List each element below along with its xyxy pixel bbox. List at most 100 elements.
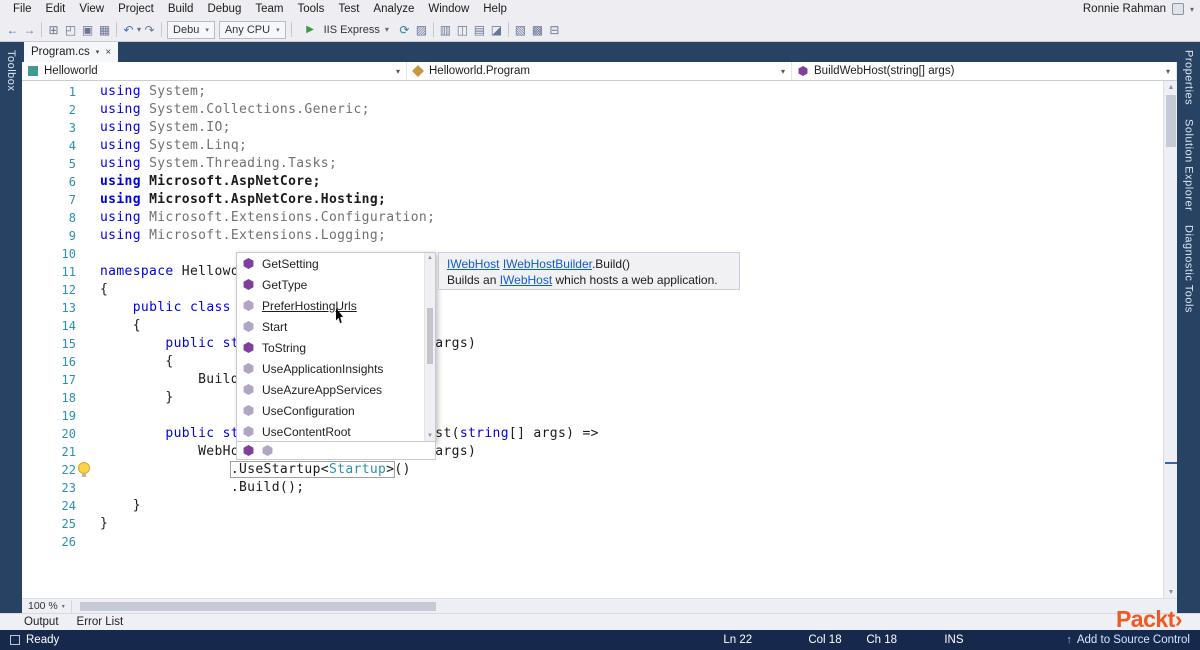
code-line: 18 } xyxy=(22,389,1163,407)
status-character: Ch 18 xyxy=(866,634,898,646)
completion-label: GetType xyxy=(262,277,308,292)
code-text: { xyxy=(100,318,141,333)
scroll-up-icon[interactable]: ▲ xyxy=(425,253,435,263)
zoom-control[interactable]: 100 % ▾ xyxy=(22,600,71,612)
toolbar-separator xyxy=(290,22,292,37)
completion-label: GetSetting xyxy=(262,256,319,271)
completion-item[interactable]: GetSetting xyxy=(237,253,435,274)
completion-list: GetSetting GetType PreferHostingUrls Start T… xyxy=(237,253,435,442)
line-number: 7 xyxy=(68,193,76,207)
toolbox-tab[interactable]: Toolbox xyxy=(5,50,17,91)
completion-item[interactable]: UseAzureAppServices xyxy=(237,379,435,400)
code-lines: 1 using System; 2 using System.Collections.… xyxy=(22,81,1163,598)
menu-bar: File Edit View Project Build Debug Team Tools Te… xyxy=(0,0,1200,18)
extension-method-icon xyxy=(243,300,254,311)
code-line: 7 using Microsoft.AspNetCore.Hosting; xyxy=(22,191,1163,209)
platform-dropdown[interactable]: Any CPU ▾ xyxy=(218,20,286,39)
uncomment-icon[interactable]: ▩ xyxy=(529,21,546,38)
member-dropdown[interactable]: BuildWebHost(string[] args) ▾ xyxy=(792,62,1177,80)
redo-icon[interactable]: ↷ xyxy=(141,21,158,38)
diagnostic-tools-tab[interactable]: Diagnostic Tools xyxy=(1183,225,1195,313)
code-line: 19 xyxy=(22,407,1163,425)
code-line: 21 WebHost.CreateDefaultBuilder(args) xyxy=(22,443,1163,461)
start-debugging-button[interactable]: ▶ IIS Express ▾ xyxy=(297,21,394,39)
debug-configuration-dropdown[interactable]: Debu ▾ xyxy=(167,20,215,39)
refresh-icon[interactable]: ⟳ xyxy=(396,21,413,38)
error-list-tab[interactable]: Error List xyxy=(77,616,124,628)
hot-reload-icon[interactable]: ▨ xyxy=(413,21,430,38)
menu-project[interactable]: Project xyxy=(111,2,161,16)
menu-view[interactable]: View xyxy=(72,2,111,16)
menu-analyze[interactable]: Analyze xyxy=(366,2,421,16)
line-number: 15 xyxy=(61,337,76,351)
tab-program-cs[interactable]: Program.cs ▾ × xyxy=(24,42,119,62)
menu-tools[interactable]: Tools xyxy=(290,2,331,16)
menu-debug[interactable]: Debug xyxy=(200,2,248,16)
scroll-up-icon[interactable]: ▲ xyxy=(1164,81,1177,93)
popup-scroll-thumb[interactable] xyxy=(427,308,433,364)
lightbulb-icon[interactable] xyxy=(78,462,90,477)
scroll-thumb[interactable] xyxy=(1166,95,1176,147)
menu-team[interactable]: Team xyxy=(248,2,290,16)
visual-studio-window: File Edit View Project Build Debug Team Tools Te… xyxy=(0,0,1200,650)
open-file-icon[interactable]: ◰ xyxy=(62,21,79,38)
navigate-back-icon[interactable]: ← xyxy=(4,21,21,38)
account-area[interactable]: Ronnie Rahman ▾ xyxy=(1083,3,1194,15)
completion-item[interactable]: UseContentRoot xyxy=(237,421,435,442)
navigate-forward-icon[interactable]: → xyxy=(21,21,38,38)
menu-edit[interactable]: Edit xyxy=(39,2,73,16)
type-link[interactable]: IWebHostBuilder xyxy=(503,257,592,271)
code-editor[interactable]: 1 using System; 2 using System.Collections.… xyxy=(22,81,1177,598)
type-link[interactable]: IWebHost xyxy=(500,273,552,287)
save-all-icon[interactable]: ▦ xyxy=(96,21,113,38)
source-control-label: Add to Source Control xyxy=(1076,634,1190,646)
code-text: using System.IO; xyxy=(100,120,231,135)
line-number: 24 xyxy=(61,499,76,513)
caret-position-info: Ln 22 Col 18 Ch 18 INS xyxy=(723,634,1066,646)
toolbar-separator xyxy=(161,22,163,37)
code-text: { xyxy=(100,354,174,369)
step-over-icon[interactable]: ◫ xyxy=(454,21,471,38)
completion-item[interactable]: UseConfiguration xyxy=(237,400,435,421)
output-tab[interactable]: Output xyxy=(24,616,59,628)
popup-scrollbar[interactable]: ▲ ▼ xyxy=(424,253,435,441)
save-icon[interactable]: ▣ xyxy=(79,21,96,38)
comment-icon[interactable]: ▧ xyxy=(512,21,529,38)
completion-item[interactable]: GetType xyxy=(237,274,435,295)
platform-value: Any CPU xyxy=(224,23,271,36)
add-to-source-control-button[interactable]: ↑ Add to Source Control xyxy=(1066,634,1190,646)
completion-item[interactable]: ToString xyxy=(237,337,435,358)
right-tool-strip: Properties Solution Explorer Diagnostic … xyxy=(1177,42,1200,613)
code-text: .UseStartup<Startup>() xyxy=(230,462,411,477)
bookmark-icon[interactable]: ⊟ xyxy=(546,21,563,38)
line-number: 2 xyxy=(68,103,76,117)
menu-window[interactable]: Window xyxy=(421,2,476,16)
completion-item[interactable]: UseApplicationInsights xyxy=(237,358,435,379)
solution-explorer-tab[interactable]: Solution Explorer xyxy=(1183,119,1195,211)
type-link[interactable]: IWebHost xyxy=(447,257,499,271)
menu-test[interactable]: Test xyxy=(331,2,366,16)
properties-tab[interactable]: Properties xyxy=(1183,50,1195,105)
completion-label: PreferHostingUrls xyxy=(262,298,357,313)
close-icon[interactable]: × xyxy=(105,47,111,58)
type-dropdown[interactable]: Helloworld.Program ▾ xyxy=(407,62,792,80)
scroll-down-icon[interactable]: ▼ xyxy=(1164,586,1177,598)
editor-horizontal-scrollbar[interactable]: 100 % ▾ xyxy=(22,598,1177,613)
menu-file[interactable]: File xyxy=(6,2,39,16)
intellisense-popup: GetSetting GetType PreferHostingUrls Start T… xyxy=(236,252,436,442)
project-dropdown[interactable]: Helloworld ▾ xyxy=(22,62,407,80)
new-file-icon[interactable]: ⊞ xyxy=(45,21,62,38)
menu-help[interactable]: Help xyxy=(476,2,514,16)
editor-vertical-scrollbar[interactable]: ▲ ▼ xyxy=(1163,81,1177,598)
completion-secondary-popup xyxy=(236,441,436,460)
step-into-icon[interactable]: ▤ xyxy=(471,21,488,38)
chevron-down-icon[interactable]: ▾ xyxy=(96,48,100,56)
completion-label: UseAzureAppServices xyxy=(262,382,383,397)
scroll-down-icon[interactable]: ▼ xyxy=(425,431,435,441)
break-all-icon[interactable]: ▥ xyxy=(437,21,454,38)
undo-icon[interactable]: ↶ xyxy=(120,21,137,38)
menu-build[interactable]: Build xyxy=(161,2,201,16)
debug-configuration-value: Debu xyxy=(173,23,200,36)
find-icon[interactable]: ◪ xyxy=(488,21,505,38)
scroll-thumb[interactable] xyxy=(79,601,436,611)
